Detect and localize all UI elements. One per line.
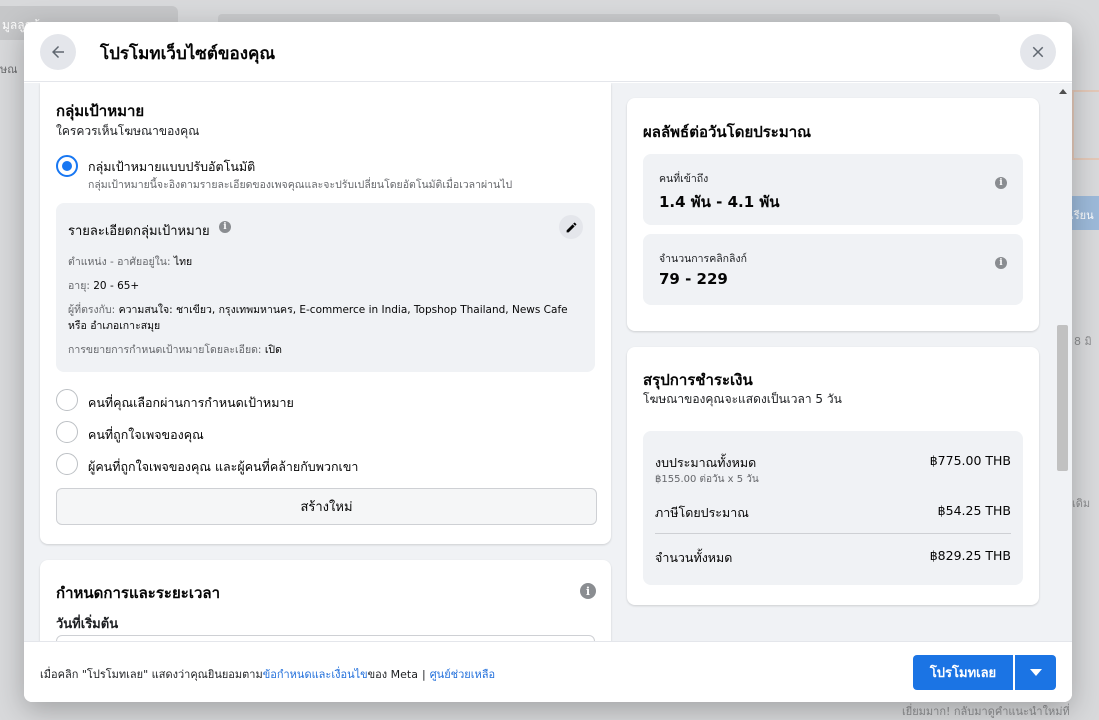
close-button[interactable] bbox=[1020, 34, 1056, 70]
footer-consent-text: เมื่อคลิก "โปรโมทเลย" แสดงว่าคุณยินยอมตา… bbox=[40, 668, 496, 681]
estimated-tax-value: ฿54.25 THB bbox=[937, 503, 1011, 518]
audience-title: กลุ่มเป้าหมาย bbox=[56, 102, 145, 120]
background-right-frame bbox=[1072, 90, 1099, 160]
radio-page-likers-lookalike[interactable] bbox=[56, 453, 78, 475]
radio-targeted-people[interactable] bbox=[56, 389, 78, 411]
promote-options-dropdown-button[interactable] bbox=[1015, 655, 1056, 690]
arrow-left-icon bbox=[52, 46, 64, 58]
background-right-text-2: เดิม bbox=[1072, 497, 1091, 510]
estimated-tax-label: ภาษีโดยประมาณ bbox=[655, 505, 749, 520]
payment-breakdown: งบประมาณทั้งหมด ฿775.00 THB ฿155.00 ต่อว… bbox=[643, 431, 1023, 585]
caret-down-icon bbox=[1029, 669, 1042, 676]
results-title: ผลลัพธ์ต่อวันโดยประมาณ bbox=[643, 123, 812, 141]
background-right-button: เรียน bbox=[1068, 196, 1099, 230]
pencil-icon bbox=[566, 222, 576, 232]
option-page-likers-lookalike-label: ผู้คนที่ถูกใจเพจของคุณ และผู้คนที่คล้ายก… bbox=[88, 459, 359, 474]
daily-budget-breakdown: ฿155.00 ต่อวัน x 5 วัน bbox=[655, 474, 759, 485]
audience-details-title: รายละเอียดกลุ่มเป้าหมาย bbox=[68, 224, 210, 239]
reach-label: คนที่เข้าถึง bbox=[659, 173, 709, 185]
dialog-content[interactable]: กลุ่มเป้าหมาย ใครควรเห็นโฆษณาของคุณ กลุ่… bbox=[24, 83, 1072, 641]
total-amount-label: จำนวนทั้งหมด bbox=[655, 550, 733, 565]
option-automatic-audience-label: กลุ่มเป้าหมายแบบปรับอัตโนมัติ bbox=[88, 159, 256, 174]
radio-page-likers[interactable] bbox=[56, 421, 78, 443]
detail-age: อายุ: 20 - 65+ bbox=[68, 280, 140, 292]
payment-subtitle: โฆษณาของคุณจะแสดงเป็นเวลา 5 วัน bbox=[643, 392, 842, 406]
dialog-title: โปรโมทเว็บไซต์ของคุณ bbox=[100, 44, 276, 64]
background-bottom-text: เยี่ยมมาก! กลับมาดูคำแนะนำใหม่ที่ bbox=[902, 705, 1070, 718]
scrollbar-thumb[interactable] bbox=[1057, 325, 1068, 471]
schedule-card: กำหนดการและระยะเวลา i วันที่เริ่มต้น bbox=[40, 560, 611, 641]
info-icon[interactable]: i bbox=[580, 583, 596, 599]
promote-now-button[interactable]: โปรโมทเลย bbox=[913, 655, 1013, 690]
total-amount-value: ฿829.25 THB bbox=[929, 548, 1011, 563]
link-clicks-metric: จำนวนการคลิกลิงก์ 79 - 229 i bbox=[643, 234, 1023, 305]
terms-link[interactable]: ข้อกำหนดและเงื่อนไข bbox=[263, 668, 368, 681]
info-icon[interactable]: i bbox=[995, 257, 1007, 269]
estimated-results-card: ผลลัพธ์ต่อวันโดยประมาณ คนที่เข้าถึง 1.4 … bbox=[627, 98, 1039, 331]
help-center-link[interactable]: ศูนย์ช่วยเหลือ bbox=[430, 668, 495, 681]
option-page-likers-label: คนที่ถูกใจเพจของคุณ bbox=[88, 427, 204, 442]
back-button[interactable] bbox=[40, 34, 76, 70]
payment-title: สรุปการชำระเงิน bbox=[643, 371, 753, 389]
audience-details-box: รายละเอียดกลุ่มเป้าหมาย i ตำแหน่ง - อาศั… bbox=[56, 203, 595, 372]
radio-automatic-audience[interactable] bbox=[56, 155, 78, 177]
audience-subtitle: ใครควรเห็นโฆษณาของคุณ bbox=[56, 124, 200, 138]
create-new-audience-button[interactable]: สร้างใหม่ bbox=[56, 488, 597, 525]
dialog-footer: เมื่อคลิก "โปรโมทเลย" แสดงว่าคุณยินยอมตา… bbox=[24, 641, 1072, 702]
schedule-title: กำหนดการและระยะเวลา bbox=[56, 584, 220, 602]
start-date-label: วันที่เริ่มต้น bbox=[56, 617, 119, 632]
reach-metric: คนที่เข้าถึง 1.4 พัน - 4.1 พัน i bbox=[643, 154, 1023, 225]
background-right-text-1: 8 มิ bbox=[1074, 335, 1092, 348]
detail-interests: ผู้ที่ตรงกับ: ความสนใจ: ชาเขียว, กรุงเทพ… bbox=[68, 304, 568, 332]
total-budget-value: ฿775.00 THB bbox=[929, 453, 1011, 468]
option-automatic-audience-description: กลุ่มเป้าหมายนี้จะอิงตามรายละเอียดของเพจ… bbox=[88, 179, 513, 191]
detail-expansion: การขยายการกำหนดเป้าหมายโดยละเอียด: เปิด bbox=[68, 344, 282, 356]
payment-divider bbox=[655, 533, 1011, 534]
total-budget-label: งบประมาณทั้งหมด bbox=[655, 455, 757, 470]
close-icon bbox=[1032, 46, 1044, 58]
promote-website-dialog: โปรโมทเว็บไซต์ของคุณ กลุ่มเป้าหมาย ใครคว… bbox=[24, 22, 1072, 702]
link-clicks-value: 79 - 229 bbox=[659, 270, 728, 288]
reach-value: 1.4 พัน - 4.1 พัน bbox=[659, 193, 780, 211]
content-scrollbar[interactable] bbox=[1055, 83, 1072, 641]
detail-location: ตำแหน่ง - อาศัยอยู่ใน: ไทย bbox=[68, 256, 193, 268]
background-left-text: ษณ bbox=[0, 63, 18, 76]
info-icon[interactable]: i bbox=[995, 177, 1007, 189]
payment-summary-card: สรุปการชำระเงิน โฆษณาของคุณจะแสดงเป็นเวล… bbox=[627, 347, 1039, 605]
dialog-header: โปรโมทเว็บไซต์ของคุณ bbox=[24, 22, 1072, 82]
option-targeted-people-label: คนที่คุณเลือกผ่านการกำหนดเป้าหมาย bbox=[88, 395, 294, 410]
edit-audience-button[interactable] bbox=[559, 215, 583, 239]
audience-card: กลุ่มเป้าหมาย ใครควรเห็นโฆษณาของคุณ กลุ่… bbox=[40, 83, 611, 544]
info-icon[interactable]: i bbox=[219, 221, 231, 233]
scroll-up-arrow[interactable] bbox=[1059, 89, 1067, 94]
link-clicks-label: จำนวนการคลิกลิงก์ bbox=[659, 253, 747, 265]
